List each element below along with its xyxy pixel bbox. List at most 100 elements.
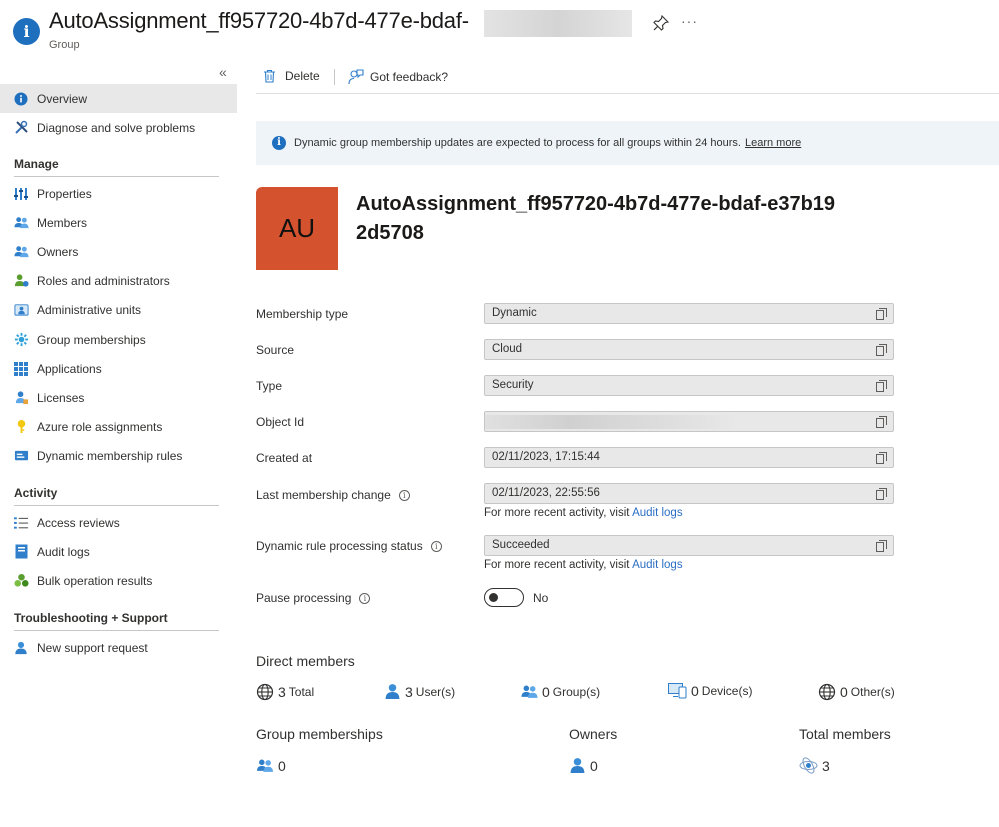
object-id-label: Object Id	[256, 415, 305, 429]
group-memberships-title: Group memberships	[256, 726, 383, 742]
created-at-value: 02/11/2023, 17:15:44	[492, 451, 600, 463]
sidebar-item-label: Properties	[37, 186, 92, 201]
wrench-icon	[13, 120, 29, 136]
sidebar-item-label: Members	[37, 215, 88, 230]
direct-members-title: Direct members	[256, 653, 355, 669]
audit-logs-icon	[13, 544, 29, 560]
owners-stat[interactable]: 0	[569, 757, 598, 774]
direct-members-devices[interactable]: 0 Device(s)	[668, 683, 752, 699]
sidebar-item-azure-role-assignments[interactable]: Azure role assignments	[0, 412, 237, 441]
sidebar-item-access-reviews[interactable]: Access reviews	[0, 508, 237, 537]
owners-count: 0	[590, 757, 598, 774]
info-tooltip-icon[interactable]: i	[398, 489, 410, 501]
owners-title: Owners	[569, 726, 618, 742]
audit-logs-link[interactable]: Audit logs	[632, 507, 683, 519]
collapse-sidebar-icon[interactable]: «	[219, 64, 227, 80]
info-tooltip-icon[interactable]: i	[430, 540, 442, 552]
sidebar-item-admin-units[interactable]: Administrative units	[0, 295, 237, 324]
last-membership-change-label: Last membership change i	[256, 488, 410, 502]
sidebar-item-owners[interactable]: Owners	[0, 237, 237, 266]
page-subtitle: Group	[49, 39, 80, 51]
others-count: 0	[840, 684, 848, 700]
device-icon	[668, 683, 687, 699]
info-banner: i Dynamic group membership updates are e…	[256, 121, 999, 165]
copy-icon[interactable]	[876, 540, 887, 552]
membership-type-label: Membership type	[256, 307, 349, 321]
info-icon	[13, 91, 29, 107]
last-membership-change-field: 02/11/2023, 22:55:56	[484, 483, 894, 504]
direct-members-users[interactable]: 3 User(s)	[384, 683, 455, 700]
members-icon	[13, 215, 29, 231]
pause-processing-toggle[interactable]	[484, 588, 524, 607]
direct-members-others[interactable]: 0 Other(s)	[818, 683, 895, 701]
applications-icon	[13, 361, 29, 377]
direct-members-groups[interactable]: 0 Group(s)	[521, 683, 600, 700]
group-icon	[256, 757, 274, 774]
source-label: Source	[256, 343, 295, 357]
globe-icon	[818, 683, 836, 701]
sidebar-item-overview[interactable]: Overview	[0, 84, 237, 113]
delete-button[interactable]: Delete	[263, 69, 320, 83]
more-options-icon[interactable]: ···	[681, 13, 698, 29]
owners-icon	[13, 244, 29, 260]
copy-icon[interactable]	[876, 416, 887, 428]
type-value: Security	[492, 379, 534, 391]
user-icon	[384, 683, 401, 700]
user-icon	[569, 757, 586, 774]
pause-processing-label: Pause processing i	[256, 591, 371, 605]
sidebar-item-roles[interactable]: Roles and administrators	[0, 266, 237, 295]
membership-type-value: Dynamic	[492, 307, 537, 319]
sidebar-item-label: Applications	[37, 361, 102, 376]
total-count: 3	[278, 684, 286, 700]
licenses-icon	[13, 390, 29, 406]
sidebar-item-licenses[interactable]: Licenses	[0, 383, 237, 412]
copy-icon[interactable]	[876, 308, 887, 320]
last-membership-change-value: 02/11/2023, 22:55:56	[492, 487, 600, 499]
group-name: AutoAssignment_ff957720-4b7d-477e-bdaf-e…	[356, 193, 836, 244]
copy-icon[interactable]	[876, 452, 887, 464]
sidebar-item-members[interactable]: Members	[0, 208, 237, 237]
direct-members-total[interactable]: 3 Total	[256, 683, 314, 701]
sidebar-item-label: Bulk operation results	[37, 573, 153, 588]
sidebar-item-label: Group memberships	[37, 332, 146, 347]
feedback-label: Got feedback?	[370, 70, 449, 84]
devices-count: 0	[691, 683, 699, 699]
devices-label: Device(s)	[701, 684, 753, 698]
copy-icon[interactable]	[876, 488, 887, 500]
dynamic-rule-status-value: Succeeded	[492, 539, 550, 551]
source-value: Cloud	[492, 343, 523, 355]
support-icon	[13, 640, 29, 656]
banner-text: Dynamic group membership updates are exp…	[294, 137, 741, 149]
sidebar-item-group-memberships[interactable]: Group memberships	[0, 325, 237, 354]
copy-icon[interactable]	[876, 380, 887, 392]
sidebar-item-dynamic-membership-rules[interactable]: Dynamic membership rules	[0, 441, 237, 470]
sidebar-item-applications[interactable]: Applications	[0, 354, 237, 383]
total-members-stat[interactable]: 3	[799, 757, 830, 774]
type-label: Type	[256, 379, 283, 393]
sidebar-item-label: Administrative units	[37, 302, 142, 317]
sidebar-item-label: Owners	[37, 244, 79, 259]
group-memberships-stat[interactable]: 0	[256, 757, 286, 774]
feedback-button[interactable]: Got feedback?	[348, 69, 448, 85]
info-tooltip-icon[interactable]: i	[359, 592, 371, 604]
sidebar-item-bulk-operation-results[interactable]: Bulk operation results	[0, 566, 237, 595]
sidebar-item-diagnose[interactable]: Diagnose and solve problems	[0, 113, 237, 142]
trash-icon	[264, 69, 275, 83]
section-troubleshooting: Troubleshooting + Support	[14, 611, 219, 631]
copy-icon[interactable]	[876, 344, 887, 356]
users-label: User(s)	[415, 684, 456, 699]
dynamic-rule-status-field: Succeeded	[484, 535, 894, 556]
group-avatar: AU	[256, 187, 338, 270]
audit-logs-link[interactable]: Audit logs	[632, 559, 683, 571]
sidebar-item-properties[interactable]: Properties	[0, 179, 237, 208]
sidebar-item-audit-logs[interactable]: Audit logs	[0, 537, 237, 566]
pin-icon[interactable]	[652, 14, 670, 32]
sidebar-item-new-support-request[interactable]: New support request	[0, 633, 237, 662]
properties-icon	[13, 186, 29, 202]
learn-more-link[interactable]: Learn more	[745, 137, 801, 149]
redacted-object-id	[485, 415, 739, 429]
sidebar-item-label: New support request	[37, 640, 148, 655]
sidebar-item-label: Roles and administrators	[37, 273, 170, 288]
sidebar-item-label: Audit logs	[37, 544, 90, 559]
sidebar-item-label: Diagnose and solve problems	[37, 120, 196, 135]
